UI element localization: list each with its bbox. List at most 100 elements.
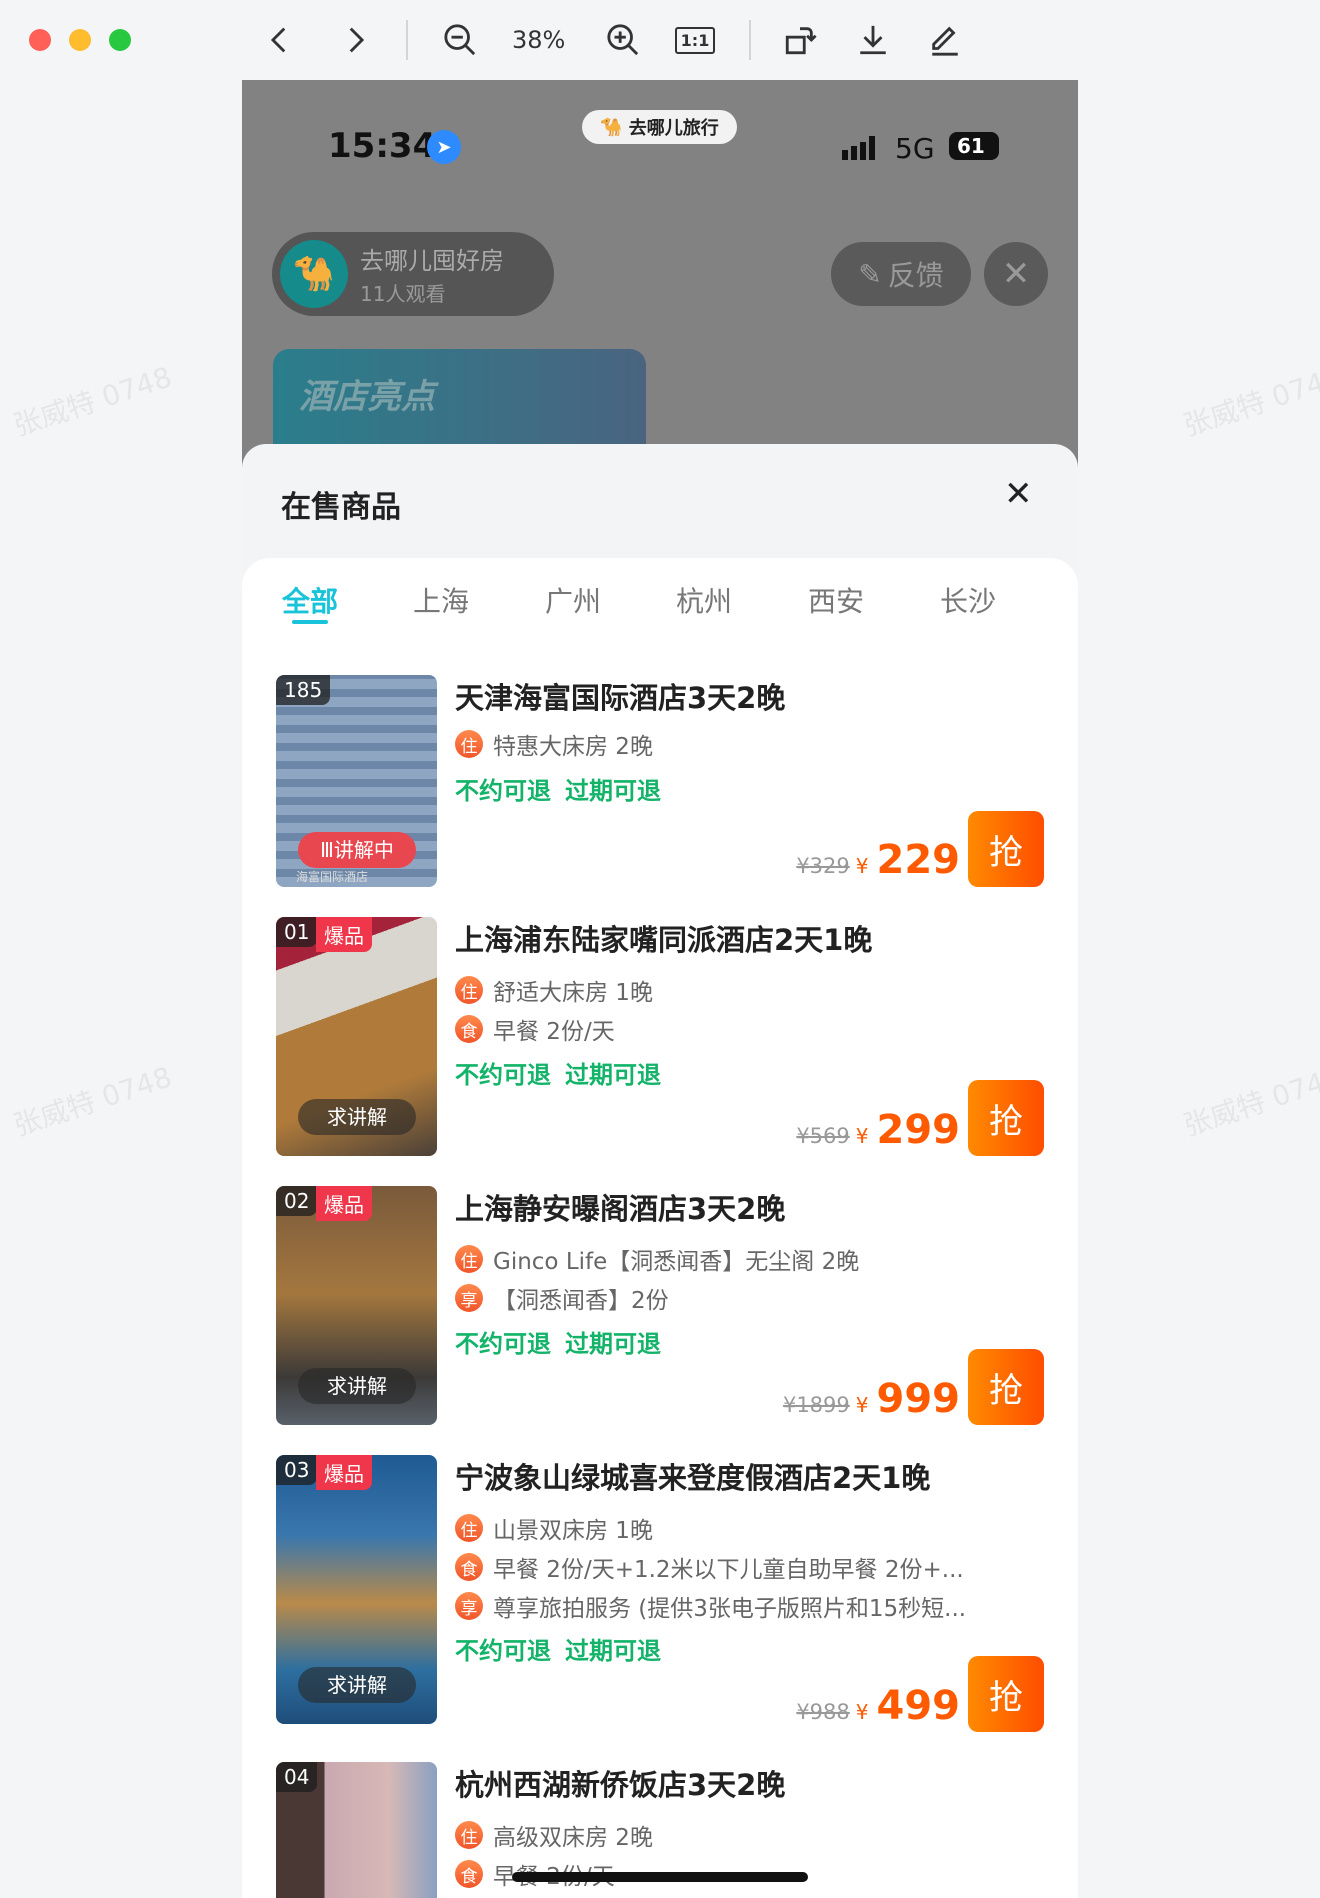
product-image: 01 爆品 求讲解 (276, 917, 437, 1156)
rotate-button[interactable] (778, 18, 822, 62)
tab-shanghai[interactable]: 上海 (396, 580, 486, 620)
policy-tag: 过期可退 (565, 1637, 661, 1665)
refund-policy: 不约可退 过期可退 (455, 771, 675, 806)
feature-row: 享【洞悉闻香】2份 (455, 1281, 669, 1315)
perk-icon: 享 (455, 1592, 483, 1620)
grab-button[interactable]: 抢 (968, 1080, 1044, 1156)
policy-tag: 不约可退 (455, 777, 551, 805)
battery-icon: 61 (949, 132, 999, 160)
grab-button[interactable]: 抢 (968, 1349, 1044, 1425)
product-item[interactable]: 185 Ⅲ讲解中 海富国际酒店 天津海富国际酒店3天2晚 住特惠大床房 2晚 不… (242, 675, 1078, 887)
policy-tag: 过期可退 (565, 1061, 661, 1089)
food-icon: 食 (455, 1553, 483, 1581)
food-icon: 食 (455, 1860, 483, 1888)
product-title: 宁波象山绿城喜来登度假酒店2天1晚 (455, 1461, 931, 1495)
tab-changsha[interactable]: 长沙 (923, 580, 1013, 620)
rank-badge: 02 (276, 1186, 318, 1216)
watermark: 张威特 0748 (9, 360, 176, 443)
product-image: 04 (276, 1762, 437, 1898)
explaining-label: 讲解中 (333, 838, 394, 862)
product-title: 上海浦东陆家嘴同派酒店2天1晚 (455, 923, 873, 957)
policy-tag: 不约可退 (455, 1061, 551, 1089)
signal-icon (842, 136, 875, 160)
rotate-icon (785, 27, 817, 55)
markup-button[interactable] (923, 18, 967, 62)
product-title: 天津海富国际酒店3天2晚 (455, 681, 786, 715)
camel-icon: 🐪 (600, 116, 623, 138)
zoom-out-button[interactable] (438, 18, 482, 62)
current-price: 229 (876, 837, 961, 883)
request-explain-button[interactable]: 求讲解 (298, 1099, 416, 1135)
food-icon: 食 (455, 1015, 483, 1043)
price-block: ¥988 ¥499 (796, 1683, 960, 1729)
stay-icon: 住 (455, 1514, 483, 1542)
location-icon: ➤ (427, 130, 461, 164)
zoom-out-icon (444, 24, 476, 56)
app-badge: 🐪 去哪儿旅行 (582, 110, 737, 144)
feature-row: 住 Ginco Life【洞悉闻香】无尘阁 2晚 (455, 1242, 859, 1276)
zoom-window-button[interactable] (109, 29, 131, 51)
close-live-button[interactable]: ✕ (984, 242, 1048, 306)
watermark: 张威特 0748 (9, 1060, 176, 1143)
actual-size-button[interactable]: 1:1 (673, 18, 717, 62)
product-item[interactable]: 01 爆品 求讲解 上海浦东陆家嘴同派酒店2天1晚 住舒适大床房 1晚 食早餐 … (242, 917, 1078, 1156)
rank-badge: 01 (276, 917, 318, 947)
phone-screenshot: 15:34 ➤ 🐪 去哪儿旅行 5G 61 🐪 去哪儿囤好房 11人观看 ✎ 反馈 … (242, 80, 1078, 1898)
perk-icon: 享 (455, 1284, 483, 1312)
current-price: 999 (876, 1376, 961, 1422)
hot-badge: 爆品 (316, 1455, 372, 1490)
back-button[interactable] (258, 18, 302, 62)
feature-row: 住山景双床房 1晚 (455, 1511, 653, 1545)
forward-button[interactable] (333, 18, 377, 62)
feature-row: 食早餐 2份/天+1.2米以下儿童自助早餐 2份+... (455, 1550, 964, 1584)
feature-text: 特惠大床房 2晚 (493, 734, 653, 760)
product-list: 全部 上海 广州 杭州 西安 长沙 185 Ⅲ讲解中 海富国际酒店 天津海富国际… (242, 558, 1078, 1898)
equalizer-icon: Ⅲ (320, 838, 334, 862)
request-explain-button[interactable]: 求讲解 (298, 1667, 416, 1703)
grab-button[interactable]: 抢 (968, 1656, 1044, 1732)
close-icon: ✕ (1001, 254, 1031, 294)
app-badge-label: 去哪儿旅行 (628, 118, 719, 139)
product-item[interactable]: 03 爆品 求讲解 宁波象山绿城喜来登度假酒店2天1晚 住山景双床房 1晚 食早… (242, 1455, 1078, 1732)
feedback-button[interactable]: ✎ 反馈 (831, 242, 971, 306)
tab-all[interactable]: 全部 (265, 580, 355, 620)
tab-guangzhou[interactable]: 广州 (528, 580, 618, 620)
minimize-window-button[interactable] (69, 29, 91, 51)
photo-sign: 海富国际酒店 (296, 870, 369, 884)
product-item[interactable]: 02 爆品 求讲解 上海静安曝阁酒店3天2晚 住 Ginco Life【洞悉闻香】… (242, 1186, 1078, 1425)
explaining-badge: Ⅲ讲解中 (298, 832, 416, 868)
request-explain-button[interactable]: 求讲解 (298, 1368, 416, 1404)
home-indicator (512, 1872, 808, 1882)
tab-xian[interactable]: 西安 (791, 580, 881, 620)
price-block: ¥329 ¥229 (796, 837, 960, 883)
live-room-pill[interactable]: 🐪 去哪儿囤好房 11人观看 (272, 232, 554, 316)
feature-text: 高级双床房 2晚 (493, 1825, 653, 1851)
edit-icon: ✎ (858, 257, 882, 291)
battery-level: 61 (957, 134, 985, 158)
active-tab-indicator (292, 620, 328, 624)
close-sheet-button[interactable]: ✕ (1004, 474, 1033, 514)
feature-row: 住特惠大床房 2晚 (455, 727, 653, 761)
feature-row: 住舒适大床房 1晚 (455, 973, 653, 1007)
grab-button[interactable]: 抢 (968, 811, 1044, 887)
chevron-left-icon (270, 27, 286, 53)
tab-hangzhou[interactable]: 杭州 (659, 580, 749, 620)
zoom-level: 38% (512, 26, 566, 54)
currency: ¥ (855, 1700, 869, 1724)
stay-icon: 住 (455, 1245, 483, 1273)
feature-text: Ginco Life【洞悉闻香】无尘阁 2晚 (493, 1249, 860, 1275)
refund-policy: 不约可退 过期可退 (455, 1631, 675, 1666)
feedback-label: 反馈 (887, 259, 944, 292)
hot-badge: 爆品 (316, 917, 372, 952)
download-button[interactable] (851, 18, 895, 62)
product-image: 185 Ⅲ讲解中 海富国际酒店 (276, 675, 437, 887)
toolbar-divider (749, 20, 751, 60)
rank-badge: 04 (276, 1762, 318, 1792)
zoom-in-button[interactable] (601, 18, 645, 62)
close-window-button[interactable] (29, 29, 51, 51)
feature-text: 山景双床房 1晚 (493, 1518, 653, 1544)
policy-tag: 过期可退 (565, 777, 661, 805)
download-icon (860, 25, 886, 55)
price-block: ¥1899 ¥999 (783, 1376, 960, 1422)
refund-policy: 不约可退 过期可退 (455, 1055, 675, 1090)
